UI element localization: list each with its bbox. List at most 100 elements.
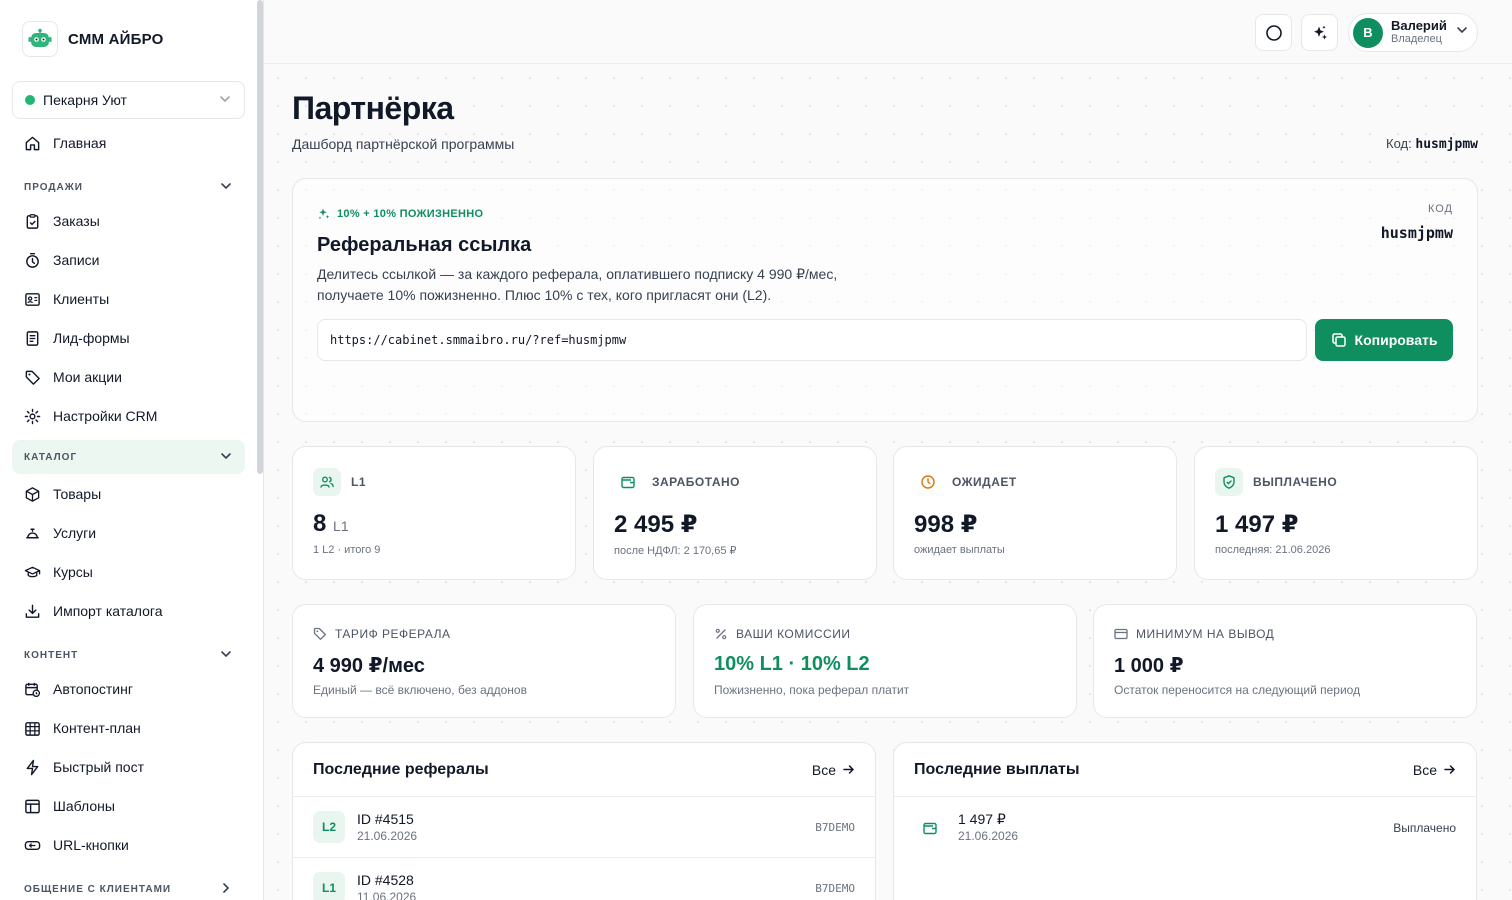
copy-button-label: Копировать bbox=[1354, 332, 1438, 348]
service-bell-icon bbox=[26, 528, 39, 538]
table-row[interactable]: L1 ID #4528 11.06.2026 B7DEMO bbox=[293, 858, 875, 900]
sidebar-item-autoposting[interactable]: Автопостинг bbox=[12, 671, 245, 707]
arrow-right-icon bbox=[1444, 765, 1456, 774]
referral-id: ID #4515 bbox=[357, 810, 414, 827]
sidebar-section-catalog[interactable]: КАТАЛОГ bbox=[12, 440, 245, 474]
circle-icon bbox=[1265, 24, 1282, 41]
sidebar-item-templates[interactable]: Шаблоны bbox=[12, 788, 245, 824]
sidebar-section-content[interactable]: КОНТЕНТ bbox=[12, 638, 245, 672]
page-title: Партнёрка bbox=[292, 90, 454, 126]
wallet-icon bbox=[914, 820, 946, 836]
sidebar-item-quick-post[interactable]: Быстрый пост bbox=[12, 749, 245, 785]
info-value: 4 990 ₽/мес bbox=[313, 655, 425, 677]
table-row[interactable]: L2 ID #4515 21.06.2026 B7DEMO bbox=[293, 797, 875, 858]
referral-id: ID #4528 bbox=[357, 871, 414, 888]
app-logo[interactable]: СММ АЙБРО bbox=[22, 21, 163, 57]
credit-card-icon bbox=[1114, 628, 1128, 640]
sidebar-item-label: Лид-формы bbox=[53, 330, 130, 346]
referral-link-card: 10% + 10% ПОЖИЗНЕННО Реферальная ссылка … bbox=[292, 178, 1478, 422]
stat-card-l1: L1 8 L1 1 L2 · итого 9 bbox=[292, 446, 576, 580]
copy-button[interactable]: Копировать bbox=[1315, 319, 1453, 361]
stat-subtext: после НДФЛ: 2 170,65 ₽ bbox=[614, 545, 737, 557]
referral-code-header: Код: husmjpmw bbox=[1386, 136, 1478, 152]
wallet-icon bbox=[614, 468, 642, 496]
tag-icon bbox=[313, 627, 326, 640]
info-subtext: Единый — всё включено, без аддонов bbox=[313, 683, 527, 697]
sidebar-item-label: Записи bbox=[53, 252, 100, 268]
sidebar-item-label: Главная bbox=[53, 135, 107, 151]
sidebar-scrollbar[interactable] bbox=[257, 0, 263, 474]
sidebar-item-clients[interactable]: Клиенты bbox=[12, 281, 245, 317]
stat-label: ВЫПЛАЧЕНО bbox=[1253, 475, 1338, 489]
sidebar-item-label: Контент-план bbox=[53, 720, 141, 736]
referral-title: Реферальная ссылка bbox=[317, 234, 532, 256]
sidebar-section-sales[interactable]: ПРОДАЖИ bbox=[12, 170, 245, 204]
sidebar-item-label: Автопостинг bbox=[53, 681, 133, 697]
sidebar-section-communication[interactable]: ОБЩЕНИЕ С КЛИЕНТАМИ bbox=[12, 872, 245, 900]
sidebar-item-lead-forms[interactable]: Лид-формы bbox=[12, 320, 245, 356]
level-badge: L2 bbox=[313, 811, 345, 843]
view-all-link[interactable]: Все bbox=[1413, 762, 1456, 778]
sidebar-item-content-plan[interactable]: Контент-план bbox=[12, 710, 245, 746]
sparkles-icon bbox=[1313, 25, 1327, 39]
stat-value: 998 ₽ bbox=[914, 511, 978, 538]
sidebar: СММ АЙБРО Пекарня Уют Главная ПРОДАЖИ За… bbox=[0, 0, 264, 900]
layout-template-icon bbox=[25, 799, 40, 813]
list-item[interactable]: 1 497 ₽ 21.06.2026 Выплачено bbox=[894, 797, 1476, 858]
referral-link-input[interactable] bbox=[317, 319, 1307, 361]
workspace-selector[interactable]: Пекарня Уют bbox=[12, 81, 245, 119]
payout-amount: 1 497 ₽ bbox=[958, 811, 1006, 827]
sidebar-item-products[interactable]: Товары bbox=[12, 476, 245, 512]
sidebar-item-bookings[interactable]: Записи bbox=[12, 242, 245, 278]
sidebar-item-orders[interactable]: Заказы bbox=[12, 203, 245, 239]
main-content: Партнёрка Дашборд партнёрской программы … bbox=[264, 64, 1512, 900]
chevron-down-icon bbox=[219, 179, 233, 196]
user-role: Владелец bbox=[1391, 33, 1442, 45]
top-bar: В Валерий Владелец bbox=[264, 0, 1512, 64]
stat-label: ОЖИДАЕТ bbox=[952, 475, 1017, 489]
lightning-icon bbox=[26, 759, 39, 775]
sidebar-item-label: Клиенты bbox=[53, 291, 110, 307]
code-label: Код: bbox=[1386, 136, 1412, 151]
info-value: 10% L1 · 10% L2 bbox=[714, 653, 870, 675]
referral-date: 21.06.2026 bbox=[357, 828, 418, 843]
timer-icon bbox=[26, 252, 39, 268]
referral-tag: B7DEMO bbox=[815, 820, 855, 834]
box-icon bbox=[25, 486, 40, 502]
card-title: Последние рефералы bbox=[313, 760, 489, 778]
theme-toggle-button[interactable] bbox=[1255, 14, 1292, 51]
commission-badge: 10% + 10% ПОЖИЗНЕННО bbox=[317, 207, 483, 221]
view-all-label: Все bbox=[1412, 761, 1437, 778]
sidebar-item-crm-settings[interactable]: Настройки CRM bbox=[12, 398, 245, 434]
sidebar-item-import-catalog[interactable]: Импорт каталога bbox=[12, 593, 245, 629]
ai-assistant-button[interactable] bbox=[1301, 14, 1338, 51]
copy-icon bbox=[1331, 333, 1346, 347]
stat-card-pending: ОЖИДАЕТ 998 ₽ ожидает выплаты bbox=[893, 446, 1177, 580]
stat-subtext: последняя: 21.06.2026 bbox=[1215, 544, 1331, 556]
sidebar-item-services[interactable]: Услуги bbox=[12, 515, 245, 551]
status-badge: Выплачено bbox=[1393, 820, 1456, 835]
level-badge: L1 bbox=[313, 872, 345, 900]
referral-code[interactable]: husmjpmw bbox=[1381, 224, 1453, 242]
clipboard-icon bbox=[26, 213, 39, 229]
sidebar-item-courses[interactable]: Курсы bbox=[12, 554, 245, 590]
sidebar-item-promotions[interactable]: Мои акции bbox=[12, 359, 245, 395]
user-menu[interactable]: В Валерий Владелец bbox=[1348, 13, 1478, 52]
code-value[interactable]: husmjpmw bbox=[1415, 137, 1478, 152]
info-label: МИНИМУМ НА ВЫВОД bbox=[1136, 627, 1275, 641]
view-all-link[interactable]: Все bbox=[812, 762, 855, 778]
chevron-down-icon bbox=[1455, 23, 1469, 42]
sidebar-item-url-buttons[interactable]: URL-кнопки bbox=[12, 827, 245, 863]
stat-label: L1 bbox=[351, 475, 367, 489]
sidebar-item-home[interactable]: Главная bbox=[12, 125, 245, 161]
link-button-icon bbox=[24, 840, 41, 850]
gear-icon bbox=[24, 408, 41, 424]
stat-card-paid: ВЫПЛАЧЕНО 1 497 ₽ последняя: 21.06.2026 bbox=[1194, 446, 1478, 580]
graduation-cap-icon bbox=[24, 566, 41, 577]
calendar-grid-icon bbox=[25, 721, 40, 736]
view-all-label: Все bbox=[811, 761, 836, 778]
clock-icon bbox=[914, 468, 942, 496]
stat-value: 2 495 ₽ bbox=[614, 511, 698, 538]
chevron-down-icon bbox=[219, 449, 233, 466]
arrow-right-icon bbox=[843, 765, 855, 774]
